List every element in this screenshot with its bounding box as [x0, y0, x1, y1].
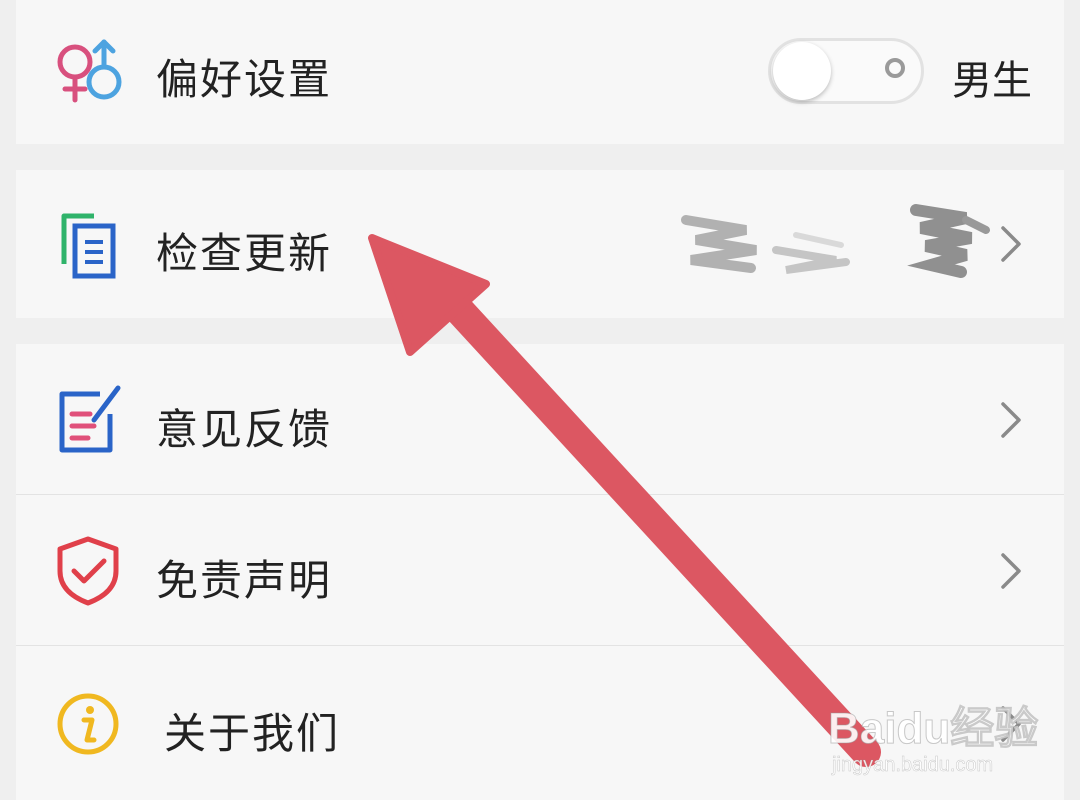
toggle-value-text: 男生: [952, 58, 1032, 104]
redacted-version-scribble: [681, 204, 990, 278]
preference-label: 偏好设置: [156, 55, 333, 104]
watermark-brand: Baidu经验: [827, 704, 1039, 754]
check-update-card: 检查更新: [16, 170, 1064, 318]
gender-toggle[interactable]: [768, 38, 924, 104]
gender-icon: [48, 32, 128, 112]
check-update-label: 检查更新: [156, 229, 333, 278]
feedback-row[interactable]: 意见反馈: [16, 344, 1064, 494]
feedback-label: 意见反馈: [156, 405, 333, 454]
chevron-right-icon: [1001, 553, 1021, 589]
edit-note-icon: [48, 380, 128, 460]
document-copy-icon: [48, 204, 128, 284]
check-update-row[interactable]: 检查更新: [16, 170, 1064, 318]
preference-row[interactable]: 偏好设置 男生: [16, 0, 1064, 144]
shield-check-icon: [48, 531, 128, 611]
info-icon: [48, 684, 128, 764]
watermark-url: jingyan.baidu.com: [832, 754, 994, 777]
watermark: Baidu经验 jingyan.baidu.com: [827, 686, 1068, 796]
about-label: 关于我们: [164, 709, 341, 758]
chevron-right-icon: [1001, 226, 1021, 262]
chevron-right-icon: [1001, 402, 1021, 438]
preference-card: 偏好设置 男生: [16, 0, 1064, 144]
disclaimer-row[interactable]: 免责声明: [16, 495, 1064, 645]
disclaimer-label: 免责声明: [156, 556, 333, 605]
toggle-off-indicator: [885, 58, 905, 78]
toggle-knob: [773, 42, 831, 100]
